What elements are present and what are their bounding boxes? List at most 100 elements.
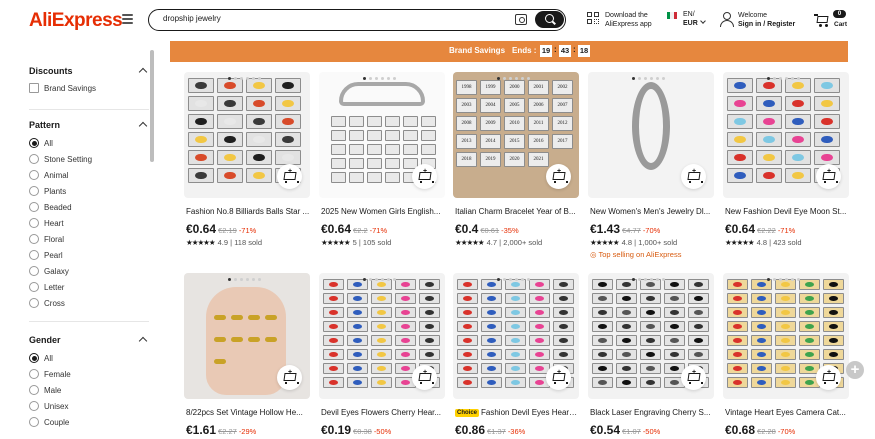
image-carousel-dots[interactable] bbox=[632, 278, 665, 281]
pattern-radio[interactable] bbox=[29, 138, 39, 148]
add-to-cart-button[interactable]: + bbox=[277, 365, 302, 390]
gender-radio[interactable] bbox=[29, 401, 39, 411]
image-carousel-dots[interactable] bbox=[767, 278, 800, 281]
add-to-cart-button[interactable]: + bbox=[546, 365, 571, 390]
camera-search-icon[interactable] bbox=[515, 14, 527, 25]
image-carousel-dots[interactable] bbox=[363, 278, 396, 281]
gender-option[interactable]: Female bbox=[29, 368, 71, 380]
gender-radio[interactable] bbox=[29, 385, 39, 395]
discount-percent: -71% bbox=[777, 226, 796, 235]
pattern-radio[interactable] bbox=[29, 282, 39, 292]
add-to-cart-button[interactable]: + bbox=[816, 164, 841, 189]
pattern-option[interactable]: Beaded bbox=[29, 201, 72, 213]
charm-tile bbox=[553, 321, 574, 332]
pattern-chevron-icon[interactable] bbox=[138, 121, 148, 131]
pattern-radio[interactable] bbox=[29, 218, 39, 228]
image-carousel-dots[interactable] bbox=[228, 77, 261, 80]
product-title[interactable]: Fashion No.8 Billiards Balls Star ... bbox=[186, 207, 310, 216]
pattern-radio[interactable] bbox=[29, 202, 39, 212]
product-title[interactable]: Italian Charm Bracelet Year of B... bbox=[455, 207, 579, 216]
product-title[interactable]: Vintage Heart Eyes Camera Cat... bbox=[725, 408, 849, 417]
year-charm: 2020 bbox=[504, 152, 525, 167]
pattern-option[interactable]: Letter bbox=[29, 281, 64, 293]
price: €0.54 bbox=[590, 423, 621, 437]
floating-add-button[interactable]: + bbox=[846, 361, 864, 379]
aliexpress-logo[interactable]: AliExpress bbox=[29, 10, 123, 32]
pattern-radio[interactable] bbox=[29, 266, 39, 276]
menu-icon[interactable] bbox=[122, 14, 133, 25]
charm-tile bbox=[457, 279, 478, 290]
charm-tile bbox=[246, 96, 272, 111]
pattern-radio[interactable] bbox=[29, 170, 39, 180]
charm-tile bbox=[592, 279, 613, 290]
gender-radio[interactable] bbox=[29, 369, 39, 379]
product-title[interactable]: 2025 New Women Girls English... bbox=[321, 207, 445, 216]
gender-radio[interactable] bbox=[29, 417, 39, 427]
charm-tile bbox=[688, 321, 709, 332]
gender-option[interactable]: Male bbox=[29, 384, 61, 396]
add-to-cart-button[interactable]: + bbox=[681, 164, 706, 189]
image-carousel-dots[interactable] bbox=[497, 278, 530, 281]
product-title[interactable]: Black Laser Engraving Cherry S... bbox=[590, 408, 714, 417]
add-to-cart-button[interactable]: + bbox=[681, 365, 706, 390]
search-button[interactable] bbox=[535, 11, 564, 28]
brand-savings-banner[interactable]: Brand Savings Ends : 19 : 43 : 18 bbox=[170, 41, 848, 62]
pattern-option[interactable]: Floral bbox=[29, 233, 64, 245]
product-title[interactable]: 8/22pcs Set Vintage Hollow He... bbox=[186, 408, 310, 417]
pattern-radio[interactable] bbox=[29, 234, 39, 244]
discounts-chevron-icon[interactable] bbox=[138, 67, 148, 77]
year-charm: 2001 bbox=[528, 80, 549, 95]
gender-option[interactable]: Couple bbox=[29, 416, 69, 428]
product-title[interactable]: Devil Eyes Flowers Cherry Hear... bbox=[321, 408, 445, 417]
language-currency-selector[interactable]: EN/ EUR bbox=[683, 10, 706, 28]
gender-option[interactable]: Unisex bbox=[29, 400, 68, 412]
pattern-label: Heart bbox=[44, 218, 64, 228]
image-carousel-dots[interactable] bbox=[767, 77, 800, 80]
pattern-radio[interactable] bbox=[29, 186, 39, 196]
pattern-option[interactable]: Plants bbox=[29, 185, 66, 197]
charm-tile bbox=[275, 96, 301, 111]
year-charm: 1998 bbox=[456, 80, 477, 95]
signin-register-link[interactable]: Sign in / Register bbox=[738, 20, 795, 29]
product-title[interactable]: New Fashion Devil Eye Moon St... bbox=[725, 207, 849, 216]
qr-code-icon[interactable] bbox=[587, 12, 600, 25]
pattern-radio[interactable] bbox=[29, 250, 39, 260]
gender-option[interactable]: All bbox=[29, 352, 53, 364]
divider bbox=[29, 321, 149, 322]
pattern-radio[interactable] bbox=[29, 154, 39, 164]
pattern-option[interactable]: Stone Setting bbox=[29, 153, 92, 165]
brand-savings-checkbox[interactable] bbox=[29, 83, 39, 93]
image-carousel-dots[interactable] bbox=[363, 77, 396, 80]
image-carousel-dots[interactable] bbox=[497, 77, 530, 80]
pattern-radio[interactable] bbox=[29, 298, 39, 308]
image-carousel-dots[interactable] bbox=[632, 77, 665, 80]
pattern-option[interactable]: Heart bbox=[29, 217, 64, 229]
pattern-option[interactable]: Pearl bbox=[29, 249, 63, 261]
add-to-cart-button[interactable]: + bbox=[277, 164, 302, 189]
add-to-cart-button[interactable]: + bbox=[412, 164, 437, 189]
cart-label[interactable]: Cart bbox=[834, 20, 847, 29]
gender-chevron-icon[interactable] bbox=[138, 336, 148, 346]
gender-radio[interactable] bbox=[29, 353, 39, 363]
add-to-cart-button[interactable]: + bbox=[412, 365, 437, 390]
price-row: €0.64 €2.19 -71% bbox=[186, 220, 256, 238]
product-title[interactable]: Choice Fashion Devil Eyes Heart ... bbox=[455, 408, 579, 417]
add-to-cart-button[interactable]: + bbox=[546, 164, 571, 189]
image-carousel-dots[interactable] bbox=[228, 278, 261, 281]
user-icon[interactable] bbox=[719, 12, 734, 27]
search-input[interactable] bbox=[163, 14, 493, 23]
account-link[interactable]: Welcome Sign in / Register bbox=[738, 11, 795, 29]
download-app-link[interactable]: Download the AliExpress app bbox=[605, 11, 652, 29]
original-price: €1.07 bbox=[622, 427, 641, 436]
product-title[interactable]: New Women's Men's Jewelry Dl... bbox=[590, 207, 714, 216]
charm-tile bbox=[756, 132, 782, 147]
pattern-option[interactable]: All bbox=[29, 137, 53, 149]
filter-brand-savings[interactable]: Brand Savings bbox=[29, 82, 96, 94]
star-rating-icon: ★★★★★ bbox=[455, 238, 485, 247]
sidebar-scrollbar[interactable] bbox=[150, 50, 154, 162]
pattern-option[interactable]: Cross bbox=[29, 297, 65, 309]
add-to-cart-button[interactable]: + bbox=[816, 365, 841, 390]
pattern-option[interactable]: Animal bbox=[29, 169, 68, 181]
pattern-option[interactable]: Galaxy bbox=[29, 265, 69, 277]
cart-icon[interactable] bbox=[814, 13, 830, 27]
